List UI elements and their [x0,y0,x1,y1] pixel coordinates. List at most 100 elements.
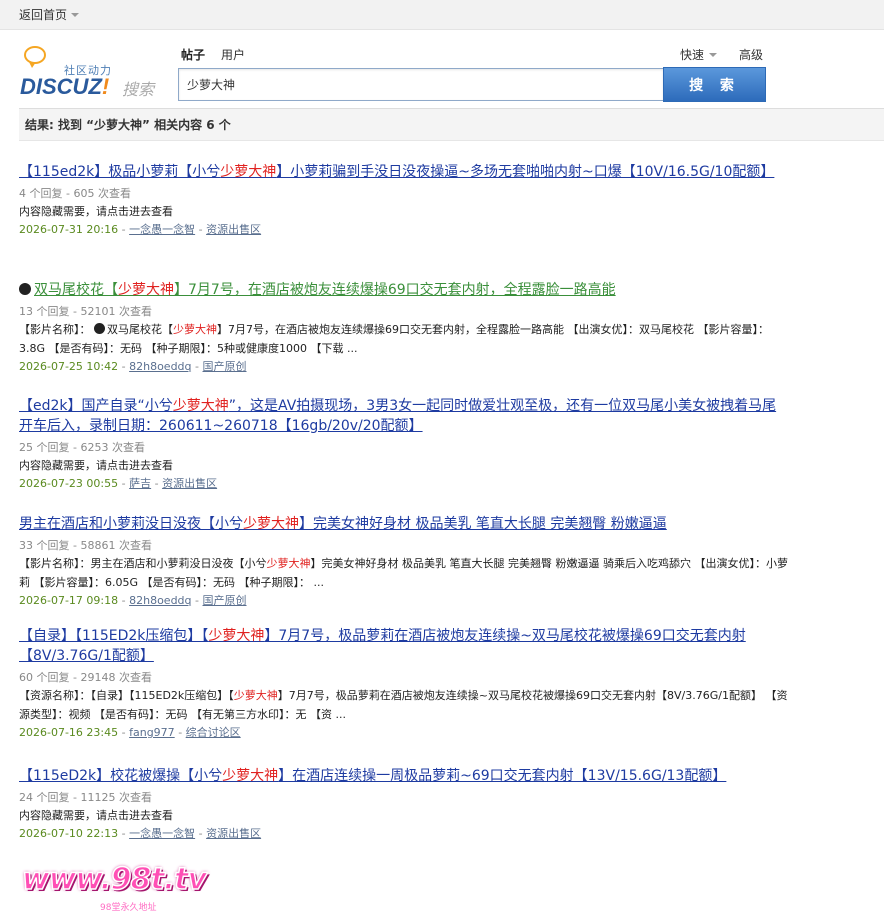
result-description: 内容隐藏需要，请点击进去查看 [19,202,789,221]
result-forum-link[interactable]: 资源出售区 [162,477,217,490]
result-stats: 60 个回复 - 29148 次查看 [19,671,152,684]
top-bar: 返回首页 [0,0,884,30]
result-item: 男主在酒店和小萝莉没日没夜【小兮少萝大神】完美女神好身材 极品美乳 笔直大长腿 … [19,514,789,626]
back-home-label: 返回首页 [19,8,68,22]
result-date: 2026-07-10 22:13 [19,827,119,840]
result-title-link[interactable]: 【ed2k】国产自录“小兮少萝大神”，这是AV拍摄现场，3男3女一起同时做爱壮观… [19,396,789,436]
result-summary: 结果: 找到 “少萝大神” 相关内容 6 个 [19,108,884,141]
title-keyword: 少萝大神 [208,628,265,644]
result-author-link[interactable]: 萨吉 [129,477,151,490]
title-keyword: 少萝大神 [118,282,174,298]
result-info: 2026-07-23 00:55 - 萨吉 - 资源出售区 [19,477,218,490]
result-stats: 33 个回复 - 58861 次查看 [19,539,152,552]
result-stats: 13 个回复 - 52101 次查看 [19,305,152,318]
result-date: 2026-07-17 09:18 [19,594,119,607]
tab-posts[interactable]: 帖子 [181,46,205,63]
search-options: 快速 高级 [680,46,763,63]
tab-users[interactable]: 用户 [221,46,245,63]
desc-text: 【影片名称】：男主在酒店和小萝莉没日没夜【小兮 [19,557,267,570]
desc-text: 【资源名称】：【自录】【115ED2k压缩包】【 [19,689,234,702]
result-date: 2026-07-16 23:45 [19,726,119,739]
result-item: 【ed2k】国产自录“小兮少萝大神”，这是AV拍摄现场，3男3女一起同时做爱壮观… [19,396,789,514]
result-author-link[interactable]: fang977 [129,726,175,739]
quick-search-dropdown[interactable]: 快速 [680,46,718,63]
result-author-link[interactable]: 一念愚一念智 [129,827,195,840]
title-text: 【115eD2k】校花被爆操【小兮 [19,768,223,784]
speech-bubble-icon [24,46,46,68]
black-circle-icon [94,323,105,334]
result-description: 【影片名称】：男主在酒店和小萝莉没日没夜【小兮少萝大神】完美女神好身材 极品美乳… [19,554,789,592]
logo-brand-main: DISCUZ [20,74,102,99]
title-text: 】7月7号，在酒店被炮友连续爆操69口交无套内射，全程露脸一路高能 [174,282,616,298]
result-item: 【115eD2k】校花被爆操【小兮少萝大神】在酒店连续操一周极品萝莉~69口交无… [19,766,789,876]
logo-brand-text: DISCUZ! [20,74,109,100]
title-keyword: 少萝大神 [222,768,279,784]
site-watermark: www.98t.tv 98堂永久地址 [21,861,242,922]
title-text: 【115ed2k】极品小萝莉【小兮 [19,164,221,180]
result-item: 双马尾校花【少萝大神】7月7号，在酒店被炮友连续爆操69口交无套内射，全程露脸一… [19,280,789,396]
desc-text: 内容隐藏需要，请点击进去查看 [19,809,173,822]
watermark-text: www.98t.tv [21,861,208,898]
search-type-tabs: 帖子 用户 [181,46,245,63]
result-info: 2026-07-10 22:13 - 一念愚一念智 - 资源出售区 [19,827,262,840]
search-box: 搜 索 [178,67,766,103]
result-info: 2026-07-31 20:16 - 一念愚一念智 - 资源出售区 [19,223,262,236]
result-stats: 4 个回复 - 605 次查看 [19,187,131,200]
result-author-link[interactable]: 82h8oeddq [129,594,191,607]
desc-text: 内容隐藏需要，请点击进去查看 [19,205,173,218]
chevron-down-icon [71,12,80,17]
result-description: 内容隐藏需要，请点击进去查看 [19,456,789,475]
title-text: 【自录】【115ED2k压缩包】【 [19,628,209,644]
quick-search-label: 快速 [680,48,705,62]
title-keyword: 少萝大神 [243,516,299,532]
discuz-logo[interactable]: 社区动力 DISCUZ! 搜索 [20,44,170,104]
desc-text: 内容隐藏需要，请点击进去查看 [19,459,173,472]
search-header: 社区动力 DISCUZ! 搜索 帖子 用户 快速 高级 搜 索 [0,30,884,108]
result-item: 【自录】【115ED2k压缩包】【少萝大神】7月7号，极品萝莉在酒店被炮友连续操… [19,626,789,766]
logo-search-word: 搜索 [122,80,155,99]
result-title-link[interactable]: 【115eD2k】校花被爆操【小兮少萝大神】在酒店连续操一周极品萝莉~69口交无… [19,766,789,786]
title-text: 】完美女神好身材 极品美乳 笔直大长腿 完美翘臀 粉嫩逼逼 [299,516,667,532]
result-author-link[interactable]: 一念愚一念智 [129,223,195,236]
back-home-link[interactable]: 返回首页 [19,6,80,23]
result-title-link[interactable]: 双马尾校花【少萝大神】7月7号，在酒店被炮友连续爆操69口交无套内射，全程露脸一… [19,280,789,300]
result-info: 2026-07-17 09:18 - 82h8oeddq - 国产原创 [19,594,247,607]
title-text: 【ed2k】国产自录“小兮 [19,398,173,414]
result-stats: 25 个回复 - 6253 次查看 [19,441,145,454]
result-date: 2026-07-31 20:16 [19,223,119,236]
title-text: 】在酒店连续操一周极品萝莉~69口交无套内射【13V/15.6G/13配额】 [278,768,727,784]
title-text: 双马尾校花【 [34,282,118,298]
logo-brand-ex: ! [101,74,110,99]
desc-text: 【影片名称】： [19,323,91,336]
search-button[interactable]: 搜 索 [663,67,766,102]
result-info: 2026-07-25 10:42 - 82h8oeddq - 国产原创 [19,360,247,373]
result-stats: 24 个回复 - 11125 次查看 [19,791,152,804]
chevron-down-icon [709,52,718,57]
result-forum-link[interactable]: 资源出售区 [206,223,261,236]
result-description: 【影片名称】： 双马尾校花【少萝大神】7月7号，在酒店被炮友连续爆操69口交无套… [19,320,789,358]
result-forum-link[interactable]: 国产原创 [203,360,247,373]
result-item: 【115ed2k】极品小萝莉【小兮少萝大神】小萝莉骗到手没日没夜操逼~多场无套啪… [19,162,789,280]
result-title-link[interactable]: 【自录】【115ED2k压缩包】【少萝大神】7月7号，极品萝莉在酒店被炮友连续操… [19,626,789,666]
title-text: 男主在酒店和小萝莉没日没夜【小兮 [19,516,243,532]
desc-keyword: 少萝大神 [173,323,217,336]
result-description: 内容隐藏需要，请点击进去查看 [19,806,789,825]
results-list: 【115ed2k】极品小萝莉【小兮少萝大神 】小萝莉骗到手没日没夜操逼~多场无套啪… [19,162,789,876]
result-forum-link[interactable]: 资源出售区 [206,827,261,840]
result-info: 2026-07-16 23:45 - fang977 - 综合讨论区 [19,726,241,739]
advanced-search-link[interactable]: 高级 [739,46,763,63]
title-text: 】小萝莉骗到手没日没夜操逼~多场无套啪啪内射~口爆【10V/16.5G/10配额… [276,164,775,180]
result-description: 【资源名称】：【自录】【115ED2k压缩包】【少萝大神】7月7号，极品萝莉在酒… [19,686,789,724]
result-author-link[interactable]: 82h8oeddq [129,360,191,373]
watermark-subtext: 98堂永久地址 [100,903,157,913]
result-date: 2026-07-23 00:55 [19,477,119,490]
desc-text: 双马尾校花【 [107,323,173,336]
black-circle-icon [19,283,31,295]
result-forum-link[interactable]: 国产原创 [203,594,247,607]
result-date: 2026-07-25 10:42 [19,360,119,373]
result-title-link[interactable]: 【115ed2k】极品小萝莉【小兮少萝大神】小萝莉骗到手没日没夜操逼~多场无套啪… [19,162,789,182]
search-input[interactable] [178,68,663,101]
result-forum-link[interactable]: 综合讨论区 [186,726,241,739]
result-title-link[interactable]: 男主在酒店和小萝莉没日没夜【小兮少萝大神】完美女神好身材 极品美乳 笔直大长腿 … [19,514,789,534]
title-keyword: 少萝大神 [172,398,229,414]
